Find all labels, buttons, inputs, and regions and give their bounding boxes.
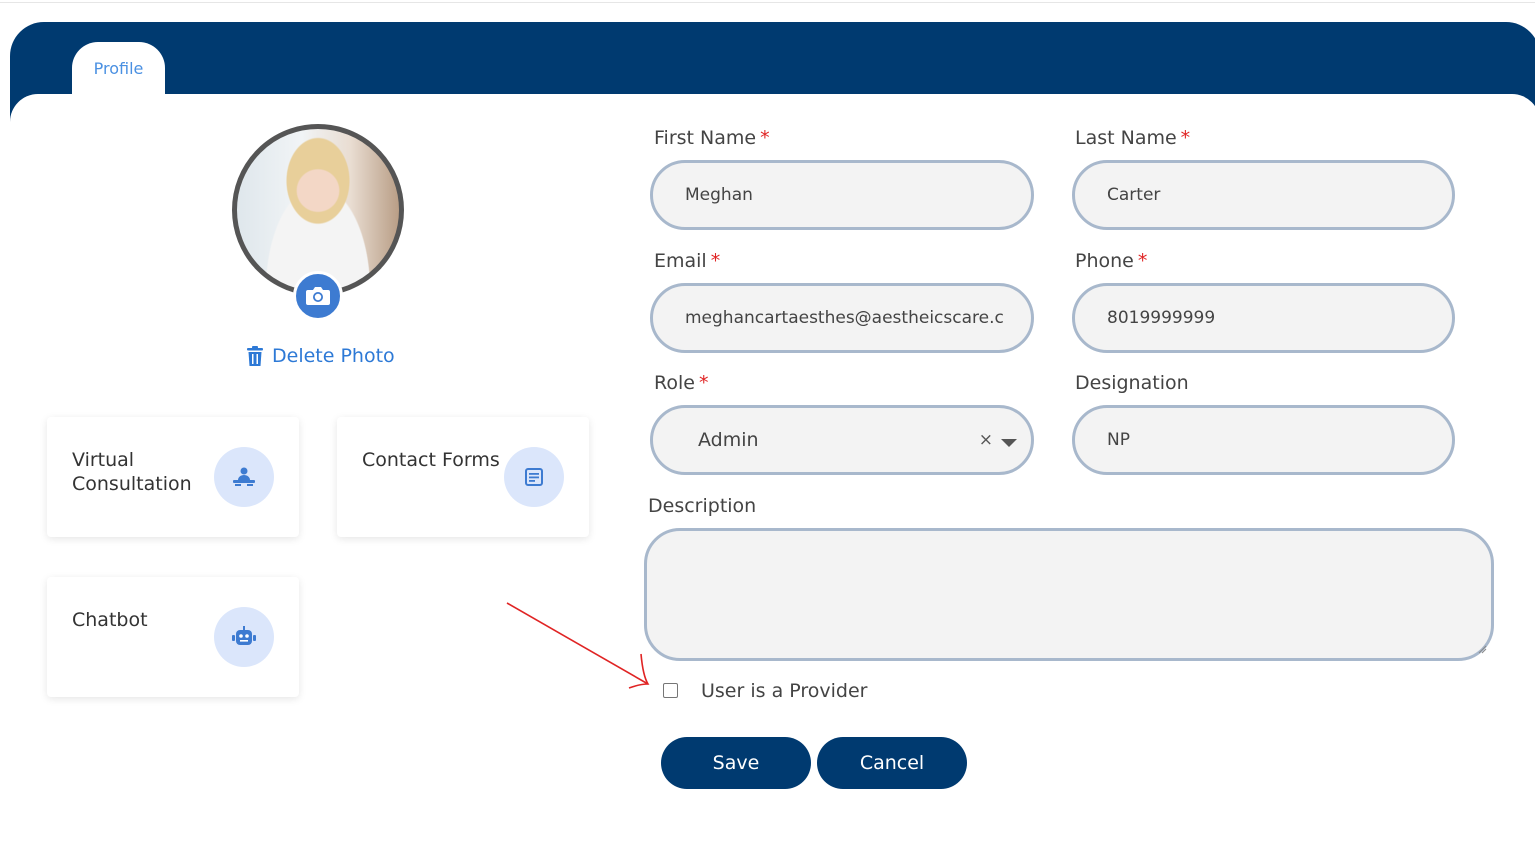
- phone-label: Phone *: [1075, 250, 1147, 272]
- form-icon: [525, 468, 543, 486]
- consultation-icon: [233, 467, 255, 486]
- role-label-text: Role: [654, 372, 695, 394]
- phone-input[interactable]: 8019999999: [1072, 283, 1455, 353]
- last-name-label: Last Name *: [1075, 127, 1190, 149]
- email-label: Email *: [654, 250, 720, 272]
- description-label: Description: [648, 495, 757, 517]
- clear-icon[interactable]: ×: [979, 430, 993, 450]
- top-divider: [0, 2, 1535, 3]
- provider-checkbox[interactable]: [663, 683, 678, 698]
- designation-label: Designation: [1075, 372, 1189, 394]
- first-name-value: Meghan: [685, 185, 753, 205]
- tab-profile-label: Profile: [93, 58, 144, 78]
- virtual-consultation-tile[interactable]: Virtual Consultation: [47, 417, 299, 537]
- designation-value: NP: [1107, 430, 1130, 450]
- role-selected-value: Admin: [698, 429, 759, 451]
- robot-icon: [232, 626, 256, 645]
- first-name-input[interactable]: Meghan: [650, 160, 1034, 230]
- delete-photo-button[interactable]: Delete Photo: [246, 345, 395, 367]
- contact-forms-tile[interactable]: Contact Forms: [337, 417, 589, 537]
- save-button[interactable]: Save: [661, 737, 811, 789]
- required-marker: *: [698, 372, 709, 394]
- phone-label-text: Phone: [1075, 250, 1134, 272]
- description-textarea[interactable]: [644, 528, 1494, 661]
- consultation-icon-circle: [214, 447, 274, 507]
- designation-label-text: Designation: [1075, 372, 1189, 394]
- first-name-label: First Name *: [654, 127, 770, 149]
- last-name-label-text: Last Name: [1075, 127, 1177, 149]
- required-marker: *: [1137, 250, 1148, 272]
- email-input[interactable]: meghancartaesthes@aestheicscare.c: [650, 283, 1034, 353]
- robot-icon-circle: [214, 607, 274, 667]
- annotation-arrow: [506, 602, 650, 689]
- role-select[interactable]: Admin ×: [650, 405, 1034, 475]
- designation-input[interactable]: NP: [1072, 405, 1455, 475]
- cancel-button[interactable]: Cancel: [817, 737, 967, 789]
- chatbot-tile[interactable]: Chatbot: [47, 577, 299, 697]
- required-marker: *: [760, 127, 770, 149]
- contact-forms-label: Contact Forms: [362, 449, 500, 471]
- email-label-text: Email: [654, 250, 707, 272]
- chatbot-label: Chatbot: [72, 609, 148, 631]
- trash-icon: [247, 345, 263, 366]
- role-label: Role *: [654, 372, 708, 394]
- phone-value: 8019999999: [1107, 308, 1216, 328]
- delete-photo-label: Delete Photo: [272, 345, 395, 367]
- camera-icon: [306, 287, 330, 305]
- last-name-input[interactable]: Carter: [1072, 160, 1455, 230]
- provider-checkbox-label[interactable]: User is a Provider: [701, 680, 867, 702]
- form-icon-circle: [504, 447, 564, 507]
- virtual-consultation-label: Virtual Consultation: [72, 449, 192, 495]
- tab-profile[interactable]: Profile: [72, 42, 165, 98]
- last-name-value: Carter: [1107, 185, 1161, 205]
- email-value: meghancartaesthes@aestheicscare.c: [685, 308, 1004, 328]
- first-name-label-text: First Name: [654, 127, 757, 149]
- change-photo-button[interactable]: [293, 271, 343, 321]
- required-marker: *: [1180, 127, 1191, 149]
- required-marker: *: [710, 250, 721, 272]
- chevron-down-icon[interactable]: [1001, 439, 1017, 447]
- resize-handle-icon[interactable]: [1477, 644, 1487, 654]
